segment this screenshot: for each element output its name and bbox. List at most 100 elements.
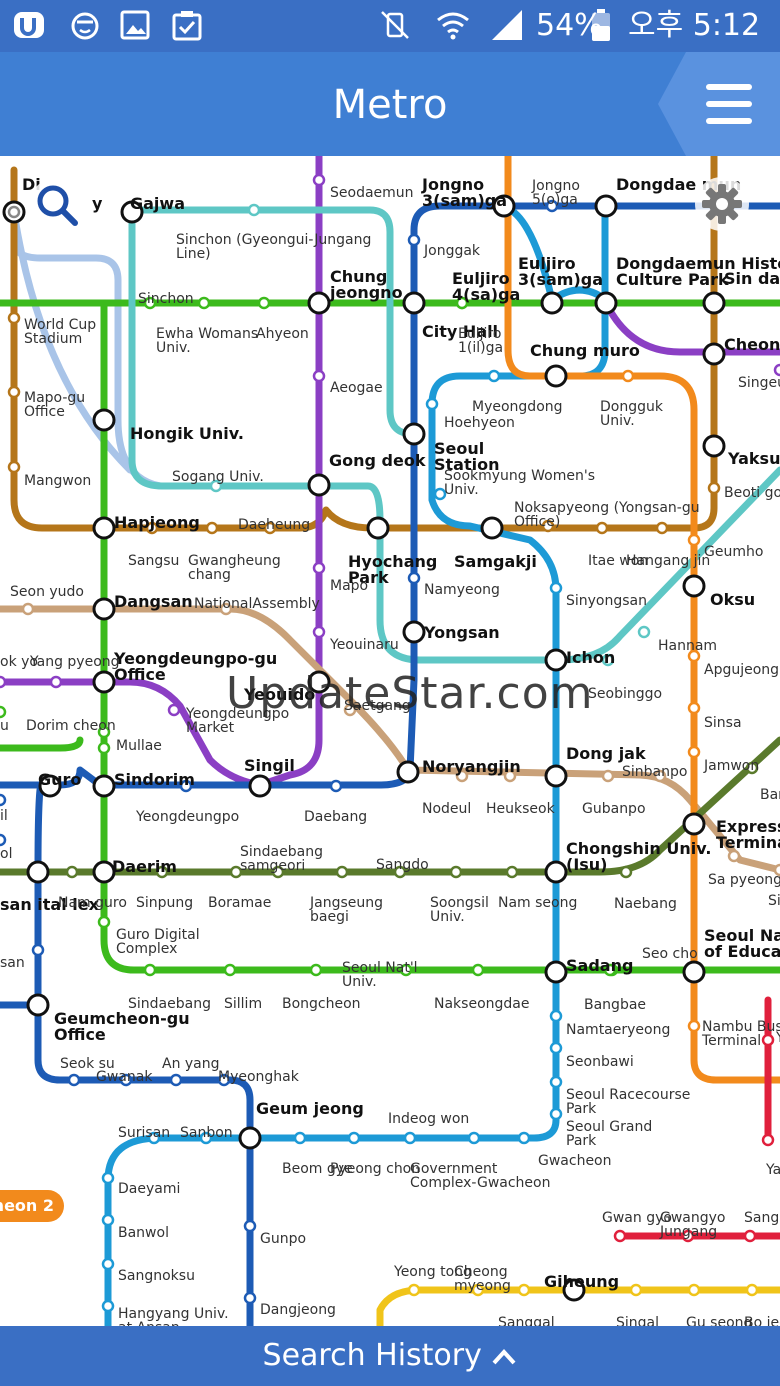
station-marker-hyochang[interactable] xyxy=(366,516,390,540)
station-marker-yaksu[interactable] xyxy=(702,434,726,458)
station-label-gwacheon[interactable]: Gwacheon xyxy=(538,1153,612,1169)
station-marker-namseong[interactable] xyxy=(505,865,519,879)
station-marker-cheonggu[interactable] xyxy=(702,342,726,366)
station-marker-ahyeon[interactable] xyxy=(257,296,271,310)
station-marker-ydp-market[interactable] xyxy=(167,703,181,717)
station-label-geumho[interactable]: Geumho xyxy=(704,544,763,560)
station-label-ewha[interactable]: Ewha Womans Univ. xyxy=(156,326,258,356)
station-label-sinyongsan[interactable]: Sinyongsan xyxy=(566,593,647,609)
station-label-chungmuro[interactable]: Chung muro xyxy=(530,341,640,360)
station-label-sangdo[interactable]: Sangdo xyxy=(376,857,429,873)
station-marker-chongshin[interactable] xyxy=(544,860,568,884)
station-label-yaksu[interactable]: Yaksu xyxy=(727,449,780,468)
station-marker-daerim[interactable] xyxy=(92,860,116,884)
station-label-ydp[interactable]: Yeongdeungpo xyxy=(135,809,239,825)
station-label-seonbawi[interactable]: Seonbawi xyxy=(566,1054,634,1070)
station-label-geumcheon[interactable]: Geumcheon-gu Office xyxy=(54,1009,190,1044)
station-label-sillim[interactable]: Sillim xyxy=(224,996,262,1012)
station-label-geumjeong[interactable]: Geum jeong xyxy=(256,1099,364,1118)
station-label-gwangheung[interactable]: Gwangheung chang xyxy=(188,553,281,583)
station-label-hanyang[interactable]: Hangyang Univ.at Ansan xyxy=(118,1306,229,1326)
station-label-naebang[interactable]: Naebang xyxy=(614,896,677,912)
station-marker-sanghyeon[interactable] xyxy=(743,1229,757,1243)
station-marker-sindang[interactable] xyxy=(702,291,726,315)
station-marker-seonbawi[interactable] xyxy=(549,1041,563,1055)
station-marker-dmc2[interactable] xyxy=(7,205,21,219)
station-label-ban[interactable]: Ban xyxy=(760,787,780,803)
station-label-sinchon-gj[interactable]: Sinchon (Gyeongui-Jungang Line) xyxy=(176,232,371,262)
station-marker-sindorim[interactable] xyxy=(92,774,116,798)
station-label-bongcheon[interactable]: Bongcheon xyxy=(282,996,361,1012)
station-marker-namtae[interactable] xyxy=(549,1009,563,1023)
station-label-seobinggo[interactable]: Seobinggo xyxy=(588,686,662,702)
station-marker-u[interactable] xyxy=(0,705,7,719)
station-label-euljiro1[interactable]: Euljiro 1(il)ga xyxy=(458,326,503,356)
station-label-soongsil[interactable]: Soongsil Univ. xyxy=(430,895,489,925)
station-label-daeyami[interactable]: Daeyami xyxy=(118,1181,180,1197)
station-marker-dangjeong[interactable] xyxy=(243,1291,257,1305)
station-label-sanghyeon[interactable]: Sang hyeon xyxy=(744,1210,780,1226)
station-marker-beomgye[interactable] xyxy=(293,1131,307,1145)
station-marker-ewha[interactable] xyxy=(197,296,211,310)
station-label-dangjeong[interactable]: Dangjeong xyxy=(260,1302,336,1318)
station-marker-hapjeong[interactable] xyxy=(92,516,116,540)
station-marker-hoehyeon[interactable] xyxy=(425,397,439,411)
station-label-jongno3[interactable]: Jongno 3(sam)ga xyxy=(421,175,507,210)
station-label-seonyudo[interactable]: Seon yudo xyxy=(10,584,84,600)
station-marker-gasan[interactable] xyxy=(26,860,50,884)
station-label-anyang[interactable]: An yang xyxy=(162,1056,220,1072)
station-label-sindang[interactable]: Sin dang xyxy=(724,269,780,288)
station-label-gunpo[interactable]: Gunpo xyxy=(260,1231,306,1247)
station-label-euljiro3[interactable]: Euljiro 3(sam)ga xyxy=(518,254,603,289)
station-label-jamwon[interactable]: Jamwon xyxy=(703,758,759,774)
station-label-ichon[interactable]: Ichon xyxy=(566,648,615,667)
station-marker-seodaemun[interactable] xyxy=(312,173,326,187)
station-label-bangbae[interactable]: Bangbae xyxy=(584,997,646,1013)
station-marker-yeouinaru[interactable] xyxy=(312,625,326,639)
station-label-hongik[interactable]: Hongik Univ. xyxy=(130,424,244,443)
station-label-namseong[interactable]: Nam seong xyxy=(498,895,577,911)
station-marker-gwangyo[interactable] xyxy=(613,1229,627,1243)
station-label-cheongmyeong[interactable]: Cheong myeong xyxy=(454,1264,511,1294)
station-label-aeogae[interactable]: Aeogae xyxy=(330,380,383,396)
station-marker-hangang[interactable] xyxy=(655,521,669,535)
station-label-indeogwon[interactable]: Indeog won xyxy=(388,1111,469,1127)
station-label-namyeong[interactable]: Namyeong xyxy=(424,582,500,598)
station-label-gajwa[interactable]: Gajwa xyxy=(130,194,185,213)
station-marker-l2[interactable] xyxy=(0,833,7,847)
station-label-sin-hy[interactable]: Si hy xyxy=(768,893,780,909)
station-label-snu[interactable]: Seoul Nat'l Univ. xyxy=(342,960,418,990)
station-label-noryangjin[interactable]: Noryangjin xyxy=(422,757,521,776)
line-badge[interactable]: cheon 2 xyxy=(0,1190,64,1222)
station-label-yangpyeong[interactable]: Yang pyeong xyxy=(29,654,120,670)
station-label-dorim[interactable]: Dorim cheon xyxy=(26,718,116,734)
station-marker-hannam[interactable] xyxy=(637,625,651,639)
station-marker-govcomplex[interactable] xyxy=(467,1131,481,1145)
station-label-gwangyojungang[interactable]: Gwangyo Jungang xyxy=(659,1210,726,1240)
station-marker-gubanpo[interactable] xyxy=(601,769,615,783)
station-marker-mapo[interactable] xyxy=(312,561,326,575)
station-label-jangseung[interactable]: Jangseung baegi xyxy=(309,895,383,925)
station-marker-singeum[interactable] xyxy=(773,363,780,377)
station-marker-hanyang[interactable] xyxy=(101,1299,115,1313)
station-marker-grandpark[interactable] xyxy=(549,1107,563,1121)
station-label-grandpark[interactable]: Seoul Grand Park xyxy=(566,1119,652,1149)
station-marker-chungjeongno[interactable] xyxy=(307,291,331,315)
station-marker-sangnoksu[interactable] xyxy=(101,1257,115,1271)
station-label-l2[interactable]: ol xyxy=(0,846,12,862)
station-label-sinbanpo[interactable]: Sinbanpo xyxy=(622,764,687,780)
station-label-gu[interactable]: Gu seong xyxy=(686,1315,752,1326)
station-marker-seoulstn[interactable] xyxy=(402,422,426,446)
station-marker-nambu[interactable] xyxy=(687,1019,701,1033)
station-marker-mapogu[interactable] xyxy=(7,385,21,399)
station-label-hannam[interactable]: Hannam xyxy=(658,638,717,654)
station-label-govcomplex[interactable]: Government Complex-Gwacheon xyxy=(410,1161,550,1191)
station-label-cheonggu[interactable]: Cheong xyxy=(724,335,780,354)
station-label-pyeongchon[interactable]: Pyeong chon xyxy=(330,1161,420,1177)
station-marker-itaewon[interactable] xyxy=(595,521,609,535)
station-marker-dorim[interactable] xyxy=(97,741,111,755)
station-label-seocho[interactable]: Seo cho xyxy=(642,946,698,962)
station-marker-jonggak[interactable] xyxy=(407,233,421,247)
station-marker-sanggal[interactable] xyxy=(517,1283,531,1297)
subway-map-canvas[interactable]: Diy GajwaSeodaemun Jongno 3(sam)gaJongno 5(o… xyxy=(0,156,780,1326)
